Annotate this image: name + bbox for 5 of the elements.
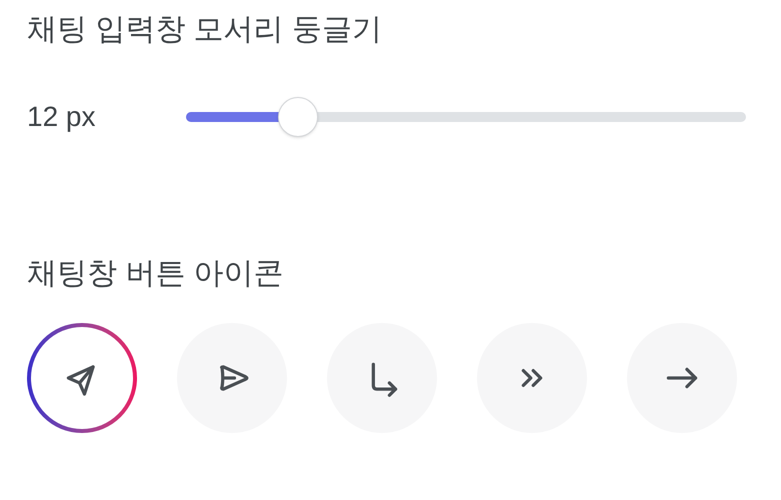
slider[interactable] xyxy=(186,96,746,138)
section-title: 채팅 입력창 모서리 둥글기 xyxy=(27,12,384,48)
section-title: 채팅창 버튼 아이콘 xyxy=(27,256,285,292)
slider-thumb[interactable] xyxy=(278,97,318,137)
slider-value: 12 px xyxy=(27,100,96,134)
